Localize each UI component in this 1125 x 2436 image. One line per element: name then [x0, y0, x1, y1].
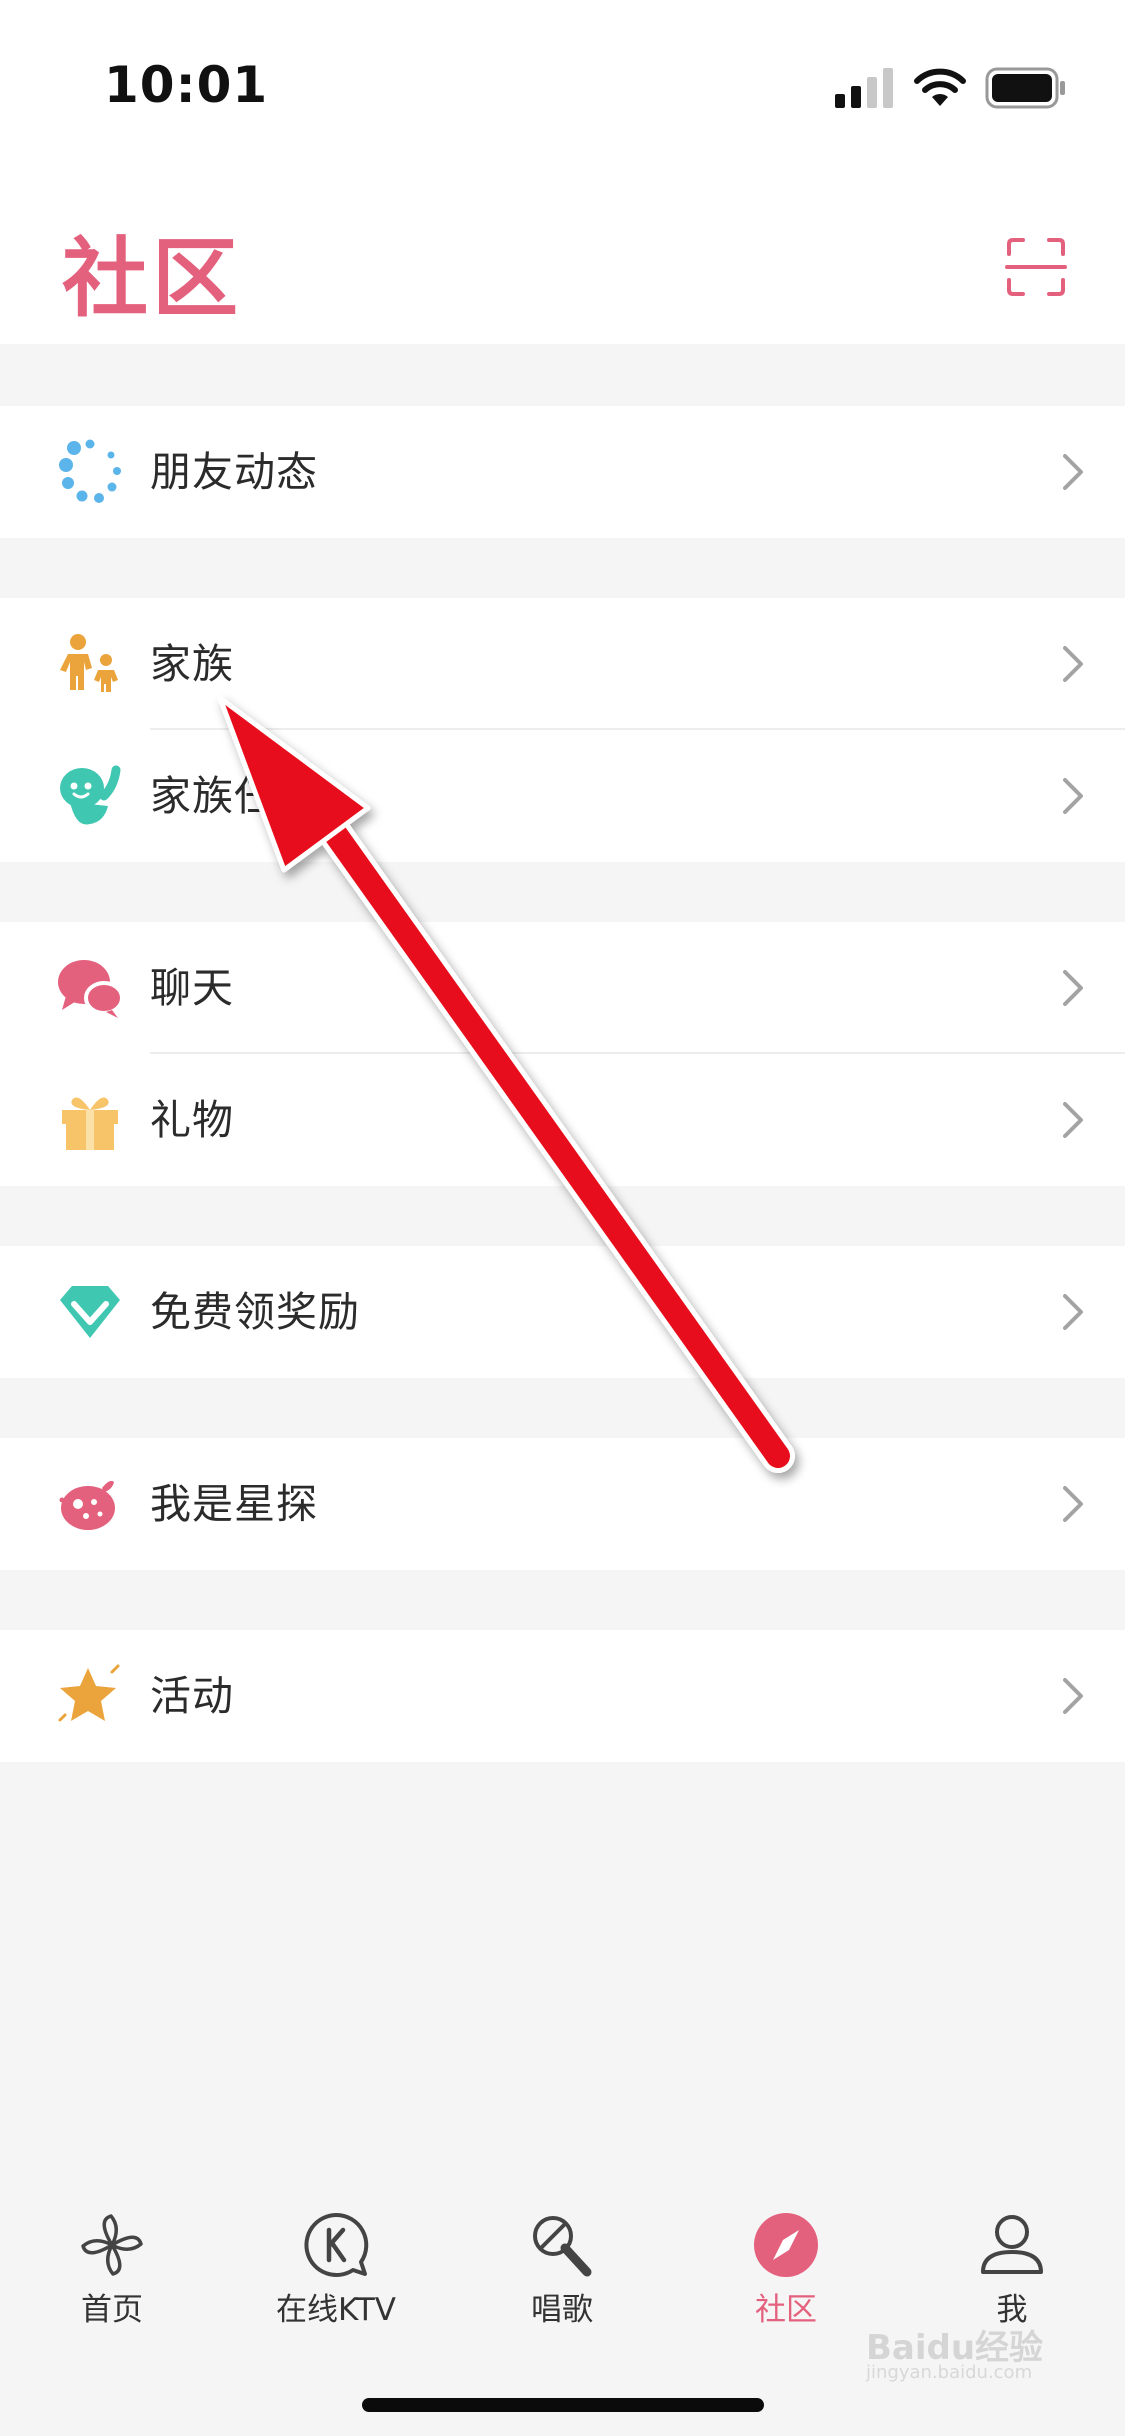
- menu-group-family: 家族 家族任: [0, 598, 1125, 862]
- menu-label: 礼物: [150, 1096, 234, 1144]
- menu-group-friends: 朋友动态: [0, 406, 1125, 538]
- menu-item-family[interactable]: 家族: [0, 598, 1125, 730]
- menu-label: 家族任: [150, 772, 276, 820]
- wifi-icon: [914, 68, 966, 106]
- chevron-right-icon: [1063, 970, 1083, 1006]
- menu-item-talent-scout[interactable]: 我是星探: [0, 1438, 1125, 1570]
- tab-label: 在线KTV: [275, 2292, 397, 2328]
- family-people-icon: [60, 634, 118, 692]
- tab-label: 社区: [755, 2292, 817, 2328]
- tab-me[interactable]: 我: [932, 2180, 1092, 2329]
- status-bar: 10:01: [0, 0, 1125, 150]
- tab-label: 唱歌: [531, 2292, 593, 2328]
- menu-item-friends-feed[interactable]: 朋友动态: [0, 406, 1125, 538]
- pinwheel-icon: [81, 2214, 143, 2276]
- menu-label: 家族: [150, 640, 234, 688]
- menu-label: 聊天: [150, 964, 234, 1012]
- annotation-arrow-icon: [217, 695, 795, 1473]
- dots-circle-icon: [59, 439, 121, 503]
- strawberry-mascot-icon: [59, 1480, 115, 1530]
- menu-group-activities: 活动: [0, 1630, 1125, 1762]
- tab-sing[interactable]: 唱歌: [482, 2180, 642, 2329]
- battery-icon: [985, 67, 1065, 109]
- compass-icon: [754, 2213, 818, 2277]
- ktv-bubble-icon: [304, 2212, 369, 2277]
- tab-community[interactable]: 社区: [706, 2180, 866, 2329]
- tab-label: 首页: [81, 2292, 143, 2328]
- page-header: 社区: [0, 150, 1125, 344]
- status-time: 10:01: [104, 56, 269, 114]
- chevron-right-icon: [1063, 646, 1083, 682]
- baidu-watermark-url: jingyan.baidu.com: [866, 2362, 1033, 2383]
- status-icons: [835, 64, 1067, 112]
- user-profile-icon: [981, 2215, 1043, 2274]
- gift-box-icon: [62, 1097, 118, 1150]
- chevron-right-icon: [1063, 1678, 1083, 1714]
- home-indicator: [362, 2398, 764, 2412]
- chevron-right-icon: [1063, 454, 1083, 490]
- page-title: 社区: [62, 229, 242, 329]
- menu-item-gifts[interactable]: 礼物: [0, 1054, 1125, 1186]
- menu-label: 朋友动态: [150, 448, 318, 496]
- tab-home[interactable]: 首页: [32, 2180, 192, 2329]
- menu-group-scout: 我是星探: [0, 1438, 1125, 1570]
- menu-label: 活动: [150, 1672, 234, 1720]
- menu-group-rewards: 免费领奖励: [0, 1246, 1125, 1378]
- menu-item-chat[interactable]: 聊天: [0, 922, 1125, 1054]
- microphone-icon: [533, 2216, 592, 2277]
- chevron-right-icon: [1063, 1486, 1083, 1522]
- chat-bubbles-icon: [58, 960, 124, 1018]
- cellular-signal-icon: [835, 68, 893, 108]
- waving-mascot-icon: [60, 765, 121, 825]
- menu-item-free-rewards[interactable]: 免费领奖励: [0, 1246, 1125, 1378]
- menu-group-social: 聊天 礼物: [0, 922, 1125, 1186]
- chevron-right-icon: [1063, 778, 1083, 814]
- menu-item-family-ranking[interactable]: 家族任: [0, 730, 1125, 862]
- tab-ktv[interactable]: 在线KTV: [256, 2180, 416, 2329]
- diamond-icon: [60, 1286, 120, 1338]
- menu-label: 我是星探: [150, 1480, 318, 1528]
- star-icon: [58, 1664, 120, 1722]
- menu-label: 免费领奖励: [150, 1288, 360, 1336]
- chevron-right-icon: [1063, 1102, 1083, 1138]
- scan-icon[interactable]: [1005, 236, 1067, 298]
- menu-item-activities[interactable]: 活动: [0, 1630, 1125, 1762]
- chevron-right-icon: [1063, 1294, 1083, 1330]
